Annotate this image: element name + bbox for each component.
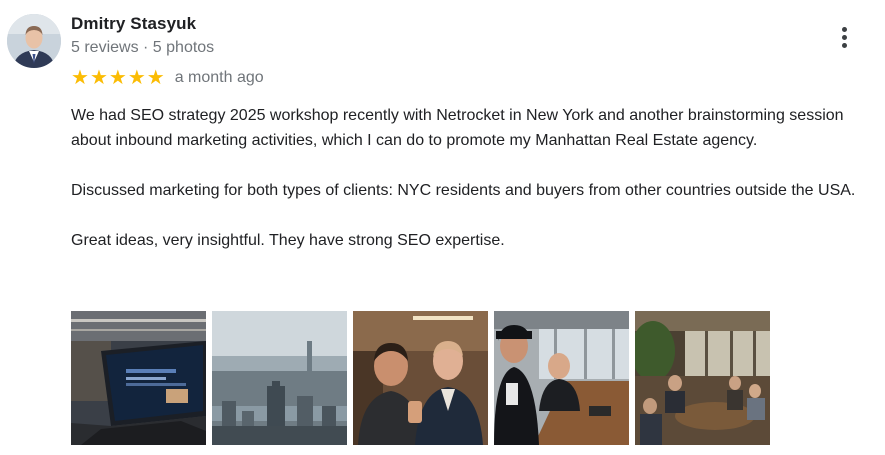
review-paragraph: Discussed marketing for both types of cl… — [71, 182, 856, 199]
review-photo[interactable] — [212, 311, 347, 445]
more-vert-icon — [841, 26, 847, 32]
star-icon: ★ — [89, 67, 108, 89]
review-date: a month ago — [174, 69, 264, 86]
review-paragraph: Great ideas, very insightful. They have … — [71, 232, 505, 249]
person-avatar-icon — [7, 14, 61, 68]
review-paragraph: We had SEO strategy 2025 workshop recent… — [71, 107, 844, 149]
reviewer-name[interactable]: Dmitry Stasyuk — [71, 14, 196, 34]
star-rating: ★ ★ ★ ★ ★ — [71, 66, 166, 90]
reviewer-avatar[interactable] — [7, 14, 61, 68]
review-photo[interactable] — [635, 311, 770, 445]
review-photos — [71, 311, 776, 445]
review-photo[interactable] — [353, 311, 488, 445]
laptop-presentation-photo — [71, 311, 206, 445]
rating-row: ★ ★ ★ ★ ★ a month ago — [71, 66, 264, 90]
more-options-button[interactable] — [830, 22, 858, 52]
lounge-group-photo — [635, 311, 770, 445]
city-skyline-photo — [212, 311, 347, 445]
more-vert-icon-dot — [841, 42, 847, 48]
more-vert-icon-dot — [841, 34, 847, 40]
review-photo[interactable] — [494, 311, 629, 445]
review-text: We had SEO strategy 2025 workshop recent… — [71, 103, 871, 278]
star-icon: ★ — [71, 67, 89, 89]
office-meeting-photo — [494, 311, 629, 445]
star-icon: ★ — [108, 67, 127, 89]
star-icon: ★ — [146, 67, 165, 89]
star-icon: ★ — [127, 67, 146, 89]
reviewer-stats: 5 reviews · 5 photos — [71, 39, 215, 56]
review-card: Dmitry Stasyuk 5 reviews · 5 photos ★ ★ ★ ★… — [0, 0, 885, 455]
review-photo[interactable] — [71, 311, 206, 445]
two-men-selfie-photo — [353, 311, 488, 445]
